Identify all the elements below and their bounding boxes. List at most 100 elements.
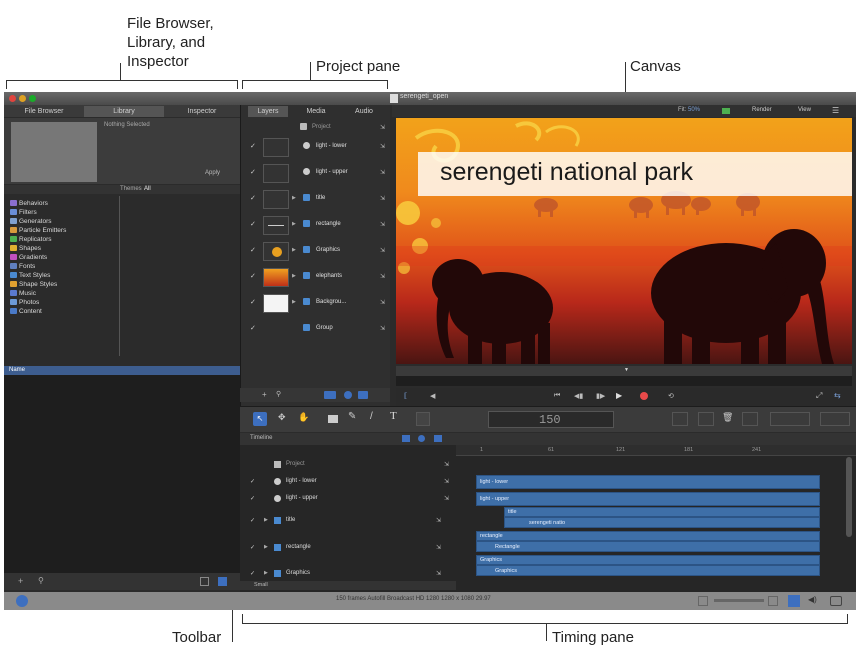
hud-button[interactable] <box>820 412 850 426</box>
view-menu[interactable]: View <box>798 107 811 113</box>
layer-row-background[interactable]: ✓ ▶ Backgrou... ⇲ <box>244 292 390 315</box>
list-view-button[interactable] <box>218 577 227 586</box>
lock-icon[interactable]: ⇲ <box>380 124 385 131</box>
layer-visibility-checkbox[interactable]: ✓ <box>250 168 256 176</box>
library-item-shapes[interactable]: Shapes <box>10 244 41 253</box>
layer-row-project[interactable]: Project ⇲ <box>244 120 390 134</box>
tab-media[interactable]: Media <box>296 106 336 117</box>
zoom-out-icon[interactable] <box>698 596 708 606</box>
tab-file-browser[interactable]: File Browser <box>4 106 84 117</box>
disclosure-triangle-icon[interactable]: ▶ <box>264 544 268 550</box>
library-item-photos[interactable]: Photos <box>10 298 39 307</box>
timeline-bar-serengeti-text[interactable]: serengeti natio <box>504 517 820 528</box>
lock-icon[interactable]: ⇲ <box>436 517 441 524</box>
name-column-header[interactable]: Name <box>9 367 25 373</box>
layout-menu-icon[interactable]: ☰ <box>832 106 839 115</box>
share-button[interactable] <box>770 412 810 426</box>
visibility-checkbox[interactable]: ✓ <box>250 517 255 524</box>
playback-settings-icon[interactable] <box>830 596 842 606</box>
show-audio-button[interactable] <box>358 391 368 399</box>
layer-row-group[interactable]: ✓ Group ⇲ <box>244 318 390 341</box>
play-icon[interactable]: ▶ <box>616 391 622 400</box>
tab-library[interactable]: Library <box>84 106 164 117</box>
info-icon[interactable] <box>16 595 28 607</box>
zoom-window-button[interactable] <box>29 95 36 102</box>
audio-mute-icon[interactable]: ◀) <box>808 595 817 604</box>
layer-row-light-lower[interactable]: ✓ light - lower ⇲ <box>244 136 390 159</box>
timeline-keyframes-toggle[interactable] <box>418 435 425 442</box>
timeline-bar-rectangle-group[interactable]: rectangle <box>476 531 820 541</box>
disclosure-triangle-icon[interactable]: ▶ <box>292 273 296 279</box>
lock-icon[interactable]: ⇲ <box>380 195 385 202</box>
mini-timeline[interactable]: ▼ <box>396 366 852 376</box>
layer-visibility-checkbox[interactable]: ✓ <box>250 142 256 150</box>
timeline-bar-graphics-group[interactable]: Graphics <box>476 555 820 565</box>
layer-visibility-checkbox[interactable]: ✓ <box>250 324 256 332</box>
layer-visibility-checkbox[interactable]: ✓ <box>250 298 256 306</box>
add-object-icon[interactable] <box>672 412 688 426</box>
canvas[interactable]: serengeti national park <box>396 118 852 364</box>
lock-icon[interactable]: ⇲ <box>380 299 385 306</box>
select-tool-icon[interactable]: ↖ <box>253 412 267 426</box>
layer-visibility-checkbox[interactable]: ✓ <box>250 246 256 254</box>
layer-visibility-checkbox[interactable]: ✓ <box>250 220 256 228</box>
filters-button[interactable] <box>698 412 714 426</box>
playhead-marker-icon[interactable]: ▼ <box>624 367 629 373</box>
timeline-layers-toggle[interactable] <box>402 435 410 442</box>
library-item-generators[interactable]: Generators <box>10 217 52 226</box>
library-item-content[interactable]: Content <box>10 307 42 316</box>
play-range-icon[interactable]: ⟦ <box>404 392 407 400</box>
text-tool-icon[interactable]: T <box>390 410 397 422</box>
timeline-zoom-slider[interactable] <box>714 599 764 602</box>
show-timeline-button[interactable] <box>324 391 336 399</box>
disclosure-triangle-icon[interactable]: ▶ <box>292 247 296 253</box>
tab-audio[interactable]: Audio <box>344 106 384 117</box>
layer-row-light-upper[interactable]: ✓ light - upper ⇲ <box>244 162 390 185</box>
timeline-ruler[interactable]: 1 61 121 181 241 <box>456 445 856 456</box>
timeline-scrollbar[interactable] <box>846 457 852 537</box>
timeline-bar-graphics[interactable]: Graphics <box>476 565 820 576</box>
library-item-gradients[interactable]: Gradients <box>10 253 47 262</box>
library-item-fonts[interactable]: Fonts <box>10 262 35 271</box>
lock-icon[interactable]: ⇲ <box>444 461 449 468</box>
paint-stroke-tool-icon[interactable]: / <box>370 411 373 422</box>
lock-icon[interactable]: ⇲ <box>380 273 385 280</box>
audio-icon[interactable]: ◀ <box>430 392 435 400</box>
library-item-filters[interactable]: Filters <box>10 208 37 217</box>
snapping-button[interactable] <box>788 595 800 607</box>
lock-icon[interactable]: ⇲ <box>380 169 385 176</box>
search-icon[interactable]: ⚲ <box>276 390 281 398</box>
layer-visibility-checkbox[interactable]: ✓ <box>250 272 256 280</box>
disclosure-triangle-icon[interactable]: ▶ <box>292 299 296 305</box>
timeline-bar-light-lower[interactable]: light - lower <box>476 475 820 489</box>
trash-icon[interactable]: 🗑 <box>722 412 733 423</box>
channels-icon[interactable] <box>722 108 730 114</box>
fullscreen-icon[interactable]: ⇆ <box>834 391 841 400</box>
disclosure-triangle-icon[interactable]: ▶ <box>264 517 268 523</box>
lock-icon[interactable]: ⇲ <box>444 478 449 485</box>
visibility-checkbox[interactable]: ✓ <box>250 478 255 485</box>
disclosure-triangle-icon[interactable]: ▶ <box>264 570 268 576</box>
step-back-icon[interactable]: ◀▮ <box>574 392 583 400</box>
themes-popup[interactable]: All <box>144 186 151 192</box>
hand-tool-icon[interactable]: ✋ <box>298 412 309 423</box>
library-item-text-styles[interactable]: Text Styles <box>10 271 50 280</box>
lock-icon[interactable]: ⇲ <box>380 325 385 332</box>
timeline-bar-title[interactable]: title <box>504 507 820 517</box>
disclosure-triangle-icon[interactable]: ▶ <box>292 221 296 227</box>
library-item-particle-emitters[interactable]: Particle Emitters <box>10 226 66 235</box>
layer-row-title[interactable]: ✓ ▶ title ⇲ <box>244 188 390 211</box>
visibility-checkbox[interactable]: ✓ <box>250 544 255 551</box>
layer-visibility-checkbox[interactable]: ✓ <box>250 194 256 202</box>
add-layer-icon[interactable]: + <box>262 390 267 399</box>
tab-inspector[interactable]: Inspector <box>164 106 240 117</box>
layer-row-elephants[interactable]: ✓ ▶ elephants ⇲ <box>244 266 390 289</box>
apply-button[interactable]: Apply <box>205 170 220 176</box>
fit-value-popup[interactable]: 50% <box>688 107 700 113</box>
library-item-shape-styles[interactable]: Shape Styles <box>10 280 57 289</box>
lock-icon[interactable]: ⇲ <box>444 495 449 502</box>
search-icon[interactable]: ⚲ <box>38 576 44 585</box>
loop-icon[interactable]: ⟲ <box>668 392 674 400</box>
lock-icon[interactable]: ⇲ <box>380 221 385 228</box>
disclosure-triangle-icon[interactable]: ▶ <box>292 195 296 201</box>
